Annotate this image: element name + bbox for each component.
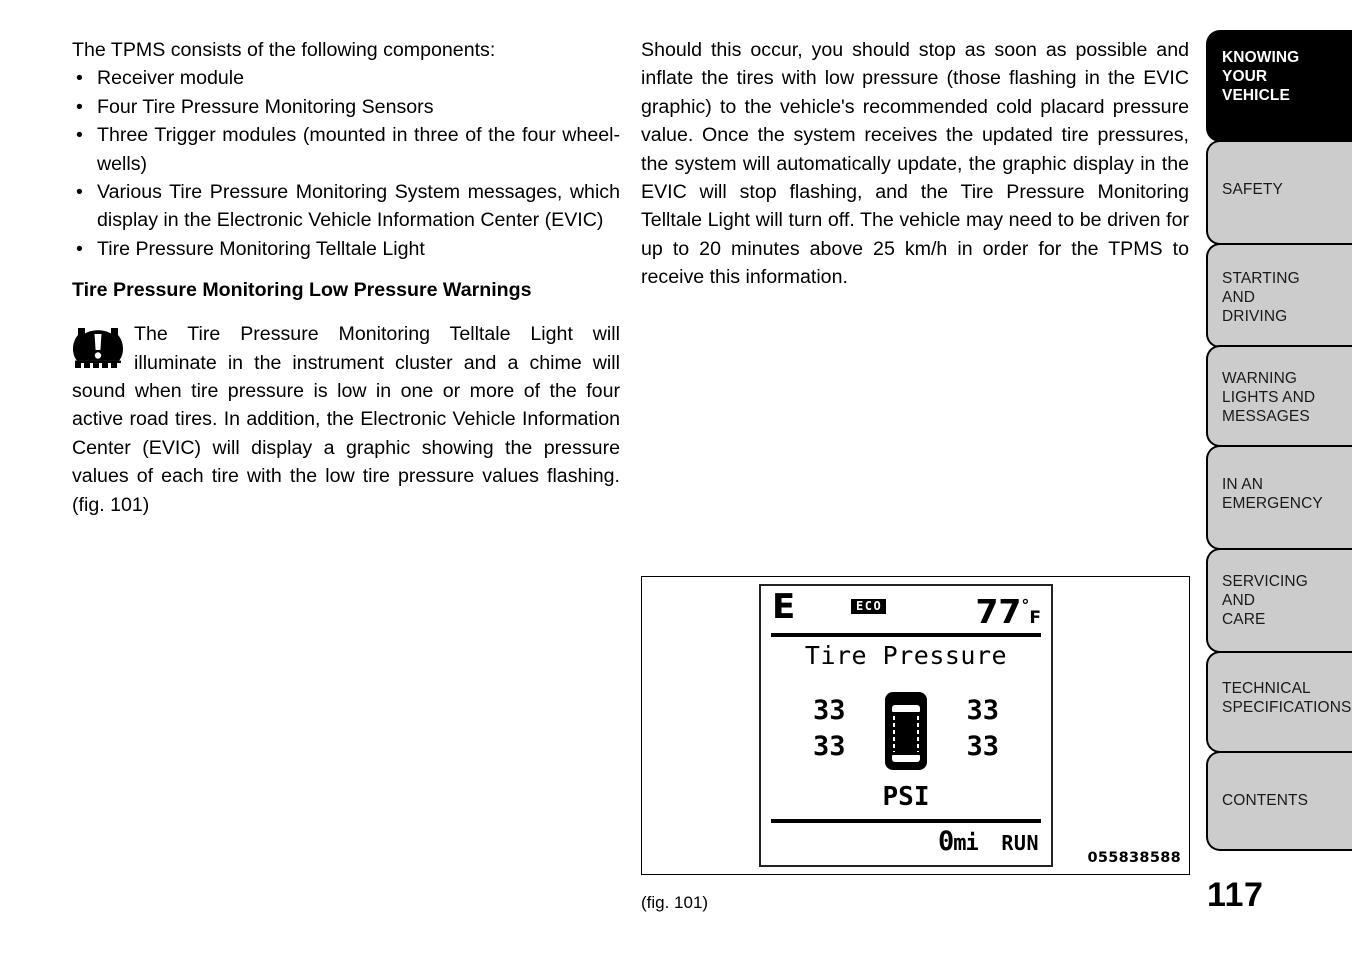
- tab-label-line: AND: [1222, 592, 1256, 610]
- list-item: Tire Pressure Monitoring Telltale Light: [72, 235, 620, 264]
- windshield-shape: [892, 705, 920, 712]
- sidebar-tab-warning-lights-and-messages[interactable]: WARNING LIGHTS AND MESSAGES: [1206, 345, 1352, 448]
- sidebar-tab-technical-specifications[interactable]: TECHNICAL SPECIFICATIONS: [1206, 650, 1352, 753]
- evic-status-bar: E ECO 77°F: [761, 586, 1051, 634]
- tab-label-line: KNOWING: [1222, 49, 1300, 66]
- evic-screen-title: Tire Pressure: [804, 641, 1008, 670]
- tab-label-line: EMERGENCY: [1222, 495, 1323, 513]
- section-subheading: Tire Pressure Monitoring Low Pressure Wa…: [72, 279, 532, 302]
- vehicle-top-view-icon: [885, 692, 927, 770]
- tire-pressure-front-left: 33: [813, 695, 846, 726]
- tab-label-line: YOUR: [1222, 68, 1268, 85]
- eco-badge: ECO: [851, 599, 887, 614]
- intro-paragraph: The TPMS consists of the following compo…: [72, 39, 496, 61]
- tab-label-line: LIGHTS AND: [1222, 389, 1316, 407]
- left-text-column: The TPMS consists of the following compo…: [72, 36, 620, 519]
- tire-pressure-rear-right: 33: [966, 731, 999, 762]
- telltale-warning-paragraph: The Tire Pressure Monitoring Telltale Li…: [72, 323, 620, 516]
- figure-image-number: 055838588: [1087, 850, 1181, 866]
- odometer: 0mi: [937, 826, 979, 857]
- pressure-unit-label: PSI: [882, 782, 930, 812]
- tab-label-line: MESSAGES: [1222, 408, 1310, 426]
- sidebar-tab-safety[interactable]: SAFETY: [1206, 139, 1352, 245]
- sidebar-tab-in-an-emergency[interactable]: IN AN EMERGENCY: [1206, 445, 1352, 551]
- page-number: 117: [1207, 876, 1264, 914]
- figure-caption: (fig. 101): [641, 893, 709, 912]
- tab-label-line: IN AN: [1222, 476, 1263, 494]
- right-text-column: Should this occur, you should stop as so…: [641, 36, 1189, 292]
- temperature-unit: F: [1029, 608, 1041, 628]
- tab-label-line: CONTENTS: [1222, 791, 1309, 809]
- divider-bottom: [771, 819, 1041, 823]
- tab-label-line: SPECIFICATIONS: [1222, 698, 1352, 716]
- tab-label-line: DRIVING: [1222, 307, 1288, 325]
- fuel-level-indicator: E: [772, 587, 796, 627]
- list-item: Four Tire Pressure Monitoring Sensors: [72, 93, 620, 122]
- evic-footer-bar: 0mi RUN: [761, 826, 1039, 857]
- tab-label-line: VEHICLE: [1222, 87, 1290, 104]
- car-side-left: [893, 716, 895, 752]
- evic-display: E ECO 77°F Tire Pressure 33 33 33 33 PSI…: [759, 584, 1053, 867]
- telltale-warning-block: The Tire Pressure Monitoring Telltale Li…: [72, 320, 620, 519]
- outside-temperature: 77°F: [975, 588, 1041, 636]
- list-item: Three Trigger modules (mounted in three …: [72, 121, 620, 178]
- figure-101: E ECO 77°F Tire Pressure 33 33 33 33 PSI…: [641, 576, 1190, 875]
- tab-label-line: AND: [1222, 288, 1256, 306]
- sidebar-tab-contents[interactable]: CONTENTS: [1206, 750, 1352, 851]
- tire-pressure-rear-left: 33: [813, 731, 846, 762]
- tab-label-line: WARNING: [1222, 370, 1298, 388]
- tab-label-line: TECHNICAL: [1222, 679, 1311, 697]
- tpms-telltale-icon: [73, 328, 123, 369]
- odometer-unit: mi: [953, 831, 978, 856]
- tab-label-line: SAFETY: [1222, 180, 1283, 198]
- list-item: Receiver module: [72, 64, 620, 93]
- car-side-right: [917, 716, 919, 752]
- tire-pressure-front-right: 33: [966, 695, 999, 726]
- sidebar-tab-starting-and-driving[interactable]: STARTING AND DRIVING: [1206, 242, 1352, 348]
- temperature-value: 77: [975, 592, 1022, 631]
- divider-top: [771, 633, 1041, 637]
- components-list: Receiver module Four Tire Pressure Monit…: [72, 64, 620, 263]
- odometer-value: 0: [937, 826, 954, 857]
- list-item: Various Tire Pressure Monitoring System …: [72, 178, 620, 235]
- tab-label-line: SERVICING: [1222, 573, 1308, 591]
- rear-window-shape: [892, 755, 920, 762]
- sidebar-tab-knowing-your-vehicle[interactable]: KNOWING YOUR VEHICLE: [1206, 30, 1352, 142]
- sidebar-tab-servicing-and-care[interactable]: SERVICING AND CARE: [1206, 548, 1352, 654]
- tab-label-line: CARE: [1222, 611, 1266, 629]
- run-state-label: RUN: [1001, 831, 1039, 855]
- tire-pressure-grid: 33 33 33 33: [761, 692, 1051, 776]
- tab-label-line: STARTING: [1222, 269, 1300, 287]
- right-paragraph: Should this occur, you should stop as so…: [641, 39, 1189, 289]
- section-tab-sidebar: KNOWING YOUR VEHICLE SAFETY STARTING AND…: [1206, 30, 1352, 851]
